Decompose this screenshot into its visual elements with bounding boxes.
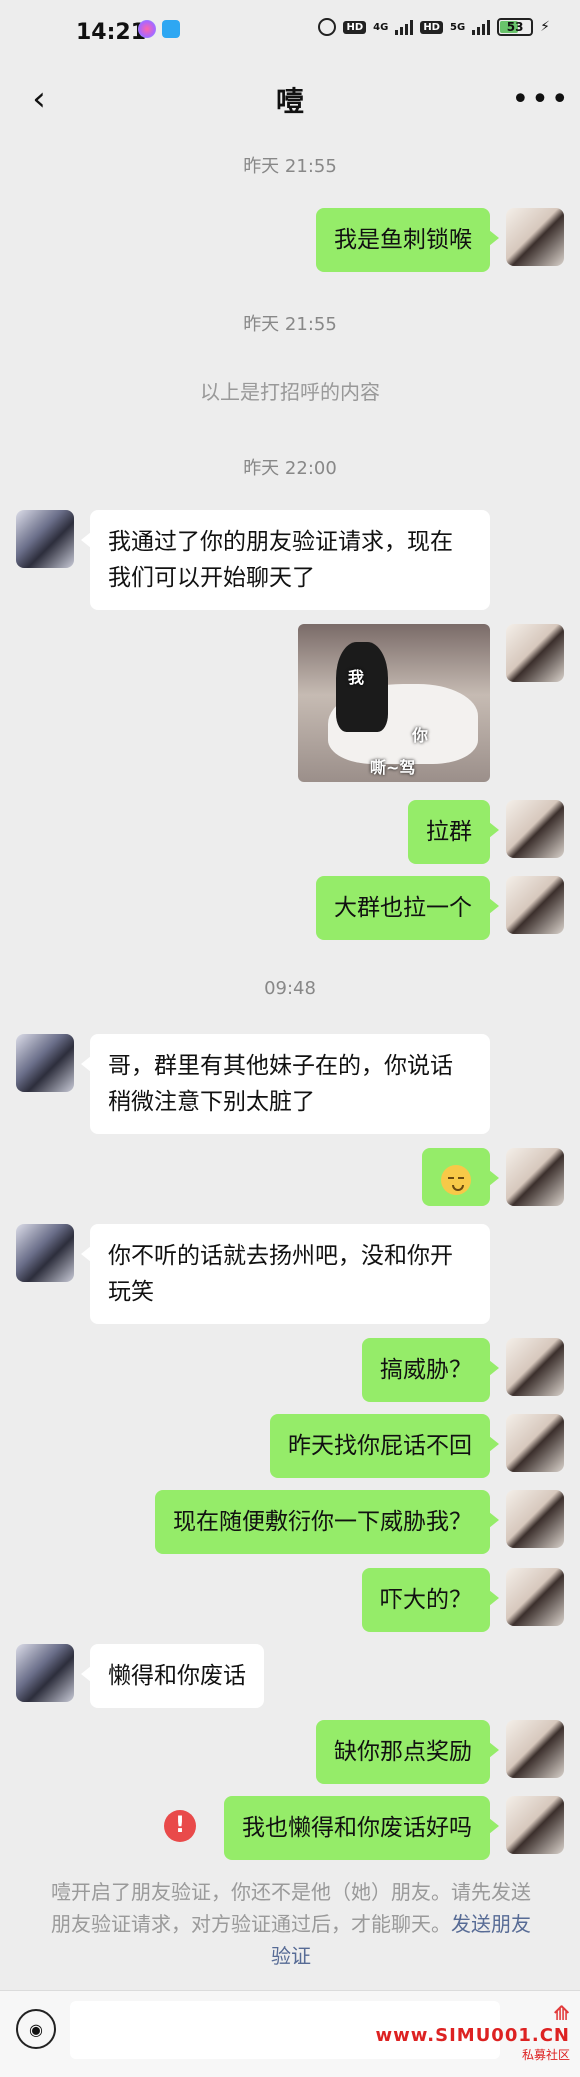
my-avatar[interactable] — [506, 624, 564, 682]
message-bubble-received[interactable]: 你不听的话就去扬州吧，没和你开玩笑 — [81, 1224, 490, 1324]
timestamp: 昨天 22:00 — [243, 458, 337, 479]
message-bubble-sent[interactable]: 拉群 — [408, 800, 499, 864]
chat-title: 噎 — [275, 85, 304, 118]
contact-avatar[interactable] — [16, 1644, 74, 1702]
voice-input-button[interactable]: ◉ — [16, 2009, 56, 2049]
sticker-label: 我 — [348, 668, 365, 687]
my-avatar[interactable] — [506, 208, 564, 266]
network-5g-icon: 5G — [449, 21, 466, 33]
hd-icon: HD — [343, 20, 367, 34]
hd-icon: HD — [420, 20, 443, 34]
my-avatar[interactable] — [506, 876, 564, 934]
app-notification-icon — [162, 20, 180, 38]
more-icon: ••• — [511, 81, 571, 117]
verification-notice: 噎开启了朋友验证，你还不是他（她）朋友。请先发送朋友验证请求，对方验证通过后，才… — [48, 1876, 534, 1972]
watermark-text: www.SIMU001.CN — [375, 2025, 570, 2046]
my-avatar[interactable] — [506, 1720, 564, 1778]
app-notification-icon — [138, 20, 156, 38]
network-4g-icon: 4G — [373, 21, 389, 33]
message-bubble-received[interactable]: 懒得和你废话 — [81, 1644, 264, 1708]
contact-avatar[interactable] — [16, 510, 74, 568]
message-bubble-sent[interactable]: 缺你那点奖励 — [316, 1720, 499, 1784]
signal-icon — [395, 19, 414, 35]
status-bar: 14:21 HD 4G HD 5G 53 ⚡ — [0, 0, 580, 64]
charging-icon: ⚡ — [540, 19, 550, 35]
chat-header: ‹ 噎 ••• — [0, 64, 580, 134]
message-bubble-sent[interactable] — [422, 1148, 499, 1206]
status-time: 14:21 — [76, 20, 147, 45]
my-avatar[interactable] — [506, 1338, 564, 1396]
my-avatar[interactable] — [506, 800, 564, 858]
watermark: ⟰ www.SIMU001.CN 私募社区 — [376, 2001, 570, 2063]
status-system-icons: HD 4G HD 5G 53 ⚡ — [318, 18, 550, 36]
sticker-label: 嘶~驾 — [370, 758, 416, 777]
send-failed-icon[interactable]: ! — [164, 1810, 196, 1842]
my-avatar[interactable] — [506, 1414, 564, 1472]
alarm-icon — [318, 18, 337, 36]
my-avatar[interactable] — [506, 1568, 564, 1626]
signal-icon — [472, 19, 491, 35]
message-bubble-sent[interactable]: 昨天找你屁话不回 — [270, 1414, 499, 1478]
voice-icon: ◉ — [29, 2019, 43, 2039]
battery-icon: 53 — [497, 18, 534, 36]
message-bubble-received[interactable]: 我通过了你的朋友验证请求，现在我们可以开始聊天了 — [81, 510, 490, 610]
my-avatar[interactable] — [506, 1490, 564, 1548]
sticker-message[interactable]: 我 你 嘶~驾 — [298, 624, 490, 782]
contact-avatar[interactable] — [16, 1034, 74, 1092]
message-bubble-sent[interactable]: 吓大的？ — [362, 1568, 499, 1632]
sticker-label: 你 — [412, 726, 429, 745]
message-bubble-sent[interactable]: 大群也拉一个 — [316, 876, 499, 940]
watermark-subtext: 私募社区 — [521, 2048, 570, 2062]
message-bubble-sent[interactable]: 搞威胁？ — [362, 1338, 499, 1402]
timestamp: 昨天 21:55 — [243, 156, 337, 177]
my-avatar[interactable] — [506, 1796, 564, 1854]
contact-avatar[interactable] — [16, 1224, 74, 1282]
my-avatar[interactable] — [506, 1148, 564, 1206]
timestamp: 09:48 — [264, 978, 316, 999]
timestamp: 昨天 21:55 — [243, 314, 337, 335]
more-options-button[interactable]: ••• — [511, 74, 568, 124]
system-message: 以上是打招呼的内容 — [200, 380, 380, 404]
relieved-face-emoji-icon — [441, 1164, 471, 1195]
message-bubble-sent[interactable]: 我也懒得和你废话好吗 — [224, 1796, 499, 1860]
watermark-logo-icon: ⟰ — [553, 2001, 570, 2025]
message-bubble-sent[interactable]: 我是鱼刺锁喉 — [316, 208, 499, 272]
status-app-icons — [138, 20, 180, 38]
battery-level: 53 — [506, 20, 524, 34]
input-bar: ◉ ⟰ www.SIMU001.CN 私募社区 — [0, 1990, 580, 2077]
message-bubble-sent[interactable]: 现在随便敷衍你一下威胁我？ — [155, 1490, 499, 1554]
message-bubble-received[interactable]: 哥，群里有其他妹子在的，你说话稍微注意下别太脏了 — [81, 1034, 490, 1134]
